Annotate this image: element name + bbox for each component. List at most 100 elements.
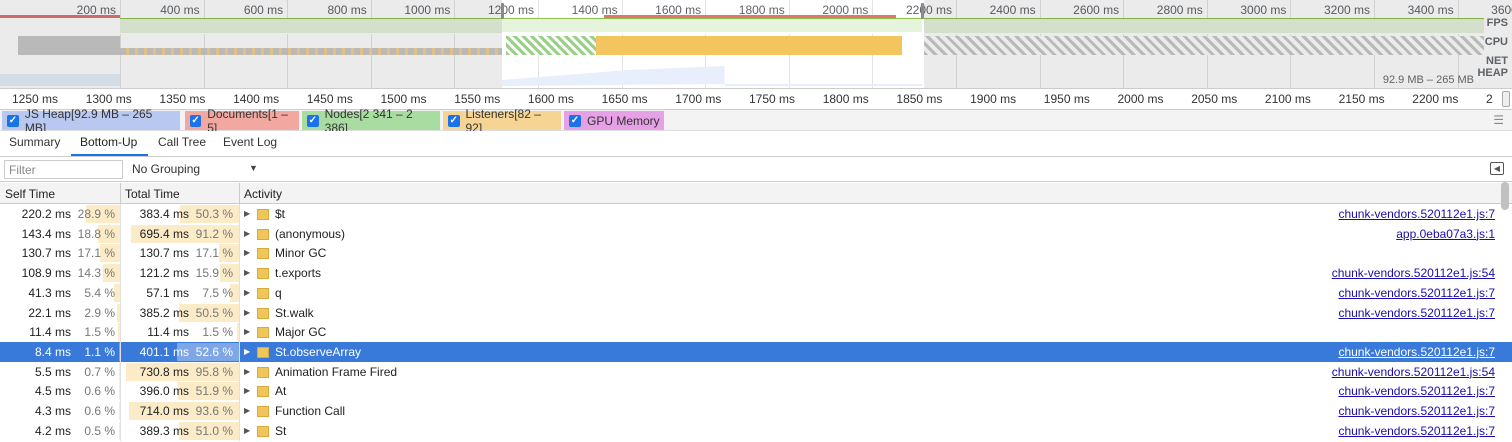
source-link[interactable]: app.0eba07a3.js:1: [1396, 227, 1495, 241]
checkbox-icon[interactable]: ✓: [190, 114, 202, 127]
counter-toggle[interactable]: ✓ Listeners[82 – 92]: [443, 107, 561, 135]
triangle-right-icon[interactable]: ▶: [244, 229, 250, 238]
source-link[interactable]: chunk-vendors.520112e1.js:7: [1338, 345, 1495, 359]
checkbox-icon[interactable]: ✓: [448, 114, 460, 127]
checkbox-icon[interactable]: ✓: [7, 114, 19, 127]
self-time-percent: 18.8 %: [77, 226, 115, 241]
column-divider: [239, 263, 240, 284]
triangle-right-icon[interactable]: ▶: [244, 248, 250, 257]
column-divider: [239, 341, 240, 362]
column-divider[interactable]: [120, 183, 121, 204]
ruler-tick-label: 1750 ms: [749, 92, 796, 106]
self-time-value: 22.1 ms: [28, 305, 71, 320]
folder-square-icon: [257, 346, 269, 358]
source-link[interactable]: chunk-vendors.520112e1.js:7: [1338, 306, 1495, 320]
total-time-percent: 1.5 %: [202, 325, 233, 340]
table-row[interactable]: 4.3 ms 0.6 % 714.0 ms 93.6 % ▶ Function Call c…: [0, 401, 1512, 421]
table-row[interactable]: 143.4 ms 18.8 % 695.4 ms 91.2 % ▶ (anonymous)…: [0, 223, 1512, 244]
checkbox-icon[interactable]: ✓: [307, 114, 319, 127]
triangle-right-icon[interactable]: ▶: [244, 268, 250, 277]
source-link[interactable]: chunk-vendors.520112e1.js:7: [1338, 384, 1495, 398]
table-row[interactable]: 108.9 ms 14.3 % 121.2 ms 15.9 % ▶ t.exports ch…: [0, 263, 1512, 284]
source-link[interactable]: chunk-vendors.520112e1.js:7: [1338, 424, 1495, 438]
total-time-percent: 93.6 %: [195, 404, 233, 418]
menu-icon[interactable]: ☰: [1493, 113, 1504, 127]
ruler-tick-label: 1250 ms: [12, 92, 59, 106]
checkbox-icon[interactable]: ✓: [569, 114, 581, 127]
triangle-right-icon[interactable]: ▶: [244, 327, 250, 336]
total-time-value: 11.4 ms: [147, 325, 189, 340]
timeline-overview[interactable]: 200 ms 400 ms 600 ms 800 ms 1000 ms 1200 ms 14…: [0, 0, 1512, 88]
column-divider: [120, 302, 121, 323]
triangle-right-icon[interactable]: ▶: [244, 308, 250, 317]
chevron-down-icon[interactable]: ▼: [249, 163, 258, 173]
table-row[interactable]: 41.3 ms 5.4 % 57.1 ms 7.5 % ▶ q chunk-vendors.…: [0, 282, 1512, 303]
column-header-activity[interactable]: Activity: [244, 187, 282, 201]
total-time-value: 730.8 ms: [139, 364, 189, 379]
table-scrollbar[interactable]: [1501, 182, 1509, 210]
bottom-up-table: 220.2 ms 28.9 % 383.4 ms 50.3 % ▶ $t chunk-ven…: [0, 204, 1512, 442]
triangle-right-icon[interactable]: ▶: [244, 209, 250, 218]
table-row[interactable]: 130.7 ms 17.1 % 130.7 ms 17.1 % ▶ Minor GC: [0, 243, 1512, 264]
table-row[interactable]: 5.5 ms 0.7 % 730.8 ms 95.8 % ▶ Animation Fram…: [0, 361, 1512, 382]
heap-label: HEAP: [1477, 67, 1508, 79]
self-time-value: 4.5 ms: [34, 384, 71, 399]
triangle-right-icon[interactable]: ▶: [244, 426, 250, 435]
folder-square-icon: [257, 327, 269, 339]
self-time-percent: 0.5 %: [84, 423, 115, 438]
source-link[interactable]: chunk-vendors.520112e1.js:7: [1338, 207, 1495, 221]
table-row[interactable]: 8.4 ms 1.1 % 401.1 ms 52.6 % ▶ St.observeArra…: [0, 341, 1512, 362]
tab-bottom-up[interactable]: Bottom-Up: [80, 135, 137, 149]
table-row[interactable]: 220.2 ms 28.9 % 383.4 ms 50.3 % ▶ $t chunk-ven…: [0, 204, 1512, 224]
tab-call-tree[interactable]: Call Tree: [158, 135, 206, 149]
ruler-tick-label: 2: [1486, 92, 1493, 106]
counter-toggle[interactable]: ✓ Nodes[2 341 – 2 386]: [302, 107, 440, 135]
total-time-value: 695.4 ms: [139, 226, 189, 241]
ruler-tick-label: 1500 ms: [380, 92, 427, 106]
column-divider[interactable]: [239, 183, 240, 204]
column-header-self-time[interactable]: Self Time: [5, 187, 55, 201]
grouping-select[interactable]: No Grouping: [132, 162, 200, 176]
table-row[interactable]: 4.2 ms 0.5 % 389.3 ms 51.0 % ▶ St chunk-vendor…: [0, 420, 1512, 441]
self-time-value: 143.4 ms: [21, 226, 71, 241]
folder-square-icon: [257, 228, 269, 240]
activity-name: (anonymous): [275, 226, 346, 241]
ruler-scroll-handle[interactable]: [1502, 91, 1510, 107]
source-link[interactable]: chunk-vendors.520112e1.js:54: [1332, 365, 1495, 379]
total-time-value: 121.2 ms: [139, 266, 189, 281]
details-tabs: Summary Bottom-Up Call Tree Event Log: [0, 131, 1512, 157]
counter-toggle[interactable]: ✓ Documents[1 – 5]: [185, 107, 299, 135]
self-time-value: 5.5 ms: [34, 364, 71, 379]
table-row[interactable]: 22.1 ms 2.9 % 385.2 ms 50.5 % ▶ St.walk chunk-…: [0, 302, 1512, 323]
column-header-total-time[interactable]: Total Time: [125, 187, 180, 201]
column-divider: [239, 420, 240, 441]
triangle-right-icon[interactable]: ▶: [244, 386, 250, 395]
triangle-right-icon[interactable]: ▶: [244, 288, 250, 297]
total-time-value: 389.3 ms: [139, 423, 189, 438]
tab-event-log[interactable]: Event Log: [223, 135, 277, 149]
source-link[interactable]: chunk-vendors.520112e1.js:7: [1338, 286, 1495, 300]
counter-toggle[interactable]: ✓ JS Heap[92.9 MB – 265 MB]: [2, 107, 180, 135]
triangle-right-icon[interactable]: ▶: [244, 406, 250, 415]
tab-summary[interactable]: Summary: [9, 135, 60, 149]
folder-square-icon: [257, 268, 269, 280]
column-divider: [120, 361, 121, 382]
table-row[interactable]: 11.4 ms 1.5 % 11.4 ms 1.5 % ▶ Major GC: [0, 322, 1512, 343]
selection-shade-left: [0, 0, 502, 88]
filter-input[interactable]: [4, 160, 123, 179]
folder-square-icon: [257, 425, 269, 437]
selection-start-handle[interactable]: [501, 3, 504, 19]
activity-name: St: [275, 423, 287, 438]
sidebar-toggle-icon[interactable]: ◀: [1490, 162, 1504, 175]
activity-name: t.exports: [275, 266, 322, 281]
triangle-right-icon[interactable]: ▶: [244, 347, 250, 356]
selection-end-handle[interactable]: [921, 3, 924, 19]
activity-name: At: [275, 384, 287, 399]
self-time-percent: 1.1 %: [84, 344, 115, 359]
source-link[interactable]: chunk-vendors.520112e1.js:7: [1338, 404, 1495, 418]
triangle-right-icon[interactable]: ▶: [244, 367, 250, 376]
table-row[interactable]: 4.5 ms 0.6 % 396.0 ms 51.9 % ▶ At chunk-vendor…: [0, 381, 1512, 402]
counter-toggle[interactable]: ✓ GPU Memory: [564, 111, 664, 130]
ruler-tick-label: 1850 ms: [896, 92, 943, 106]
source-link[interactable]: chunk-vendors.520112e1.js:54: [1332, 266, 1495, 280]
